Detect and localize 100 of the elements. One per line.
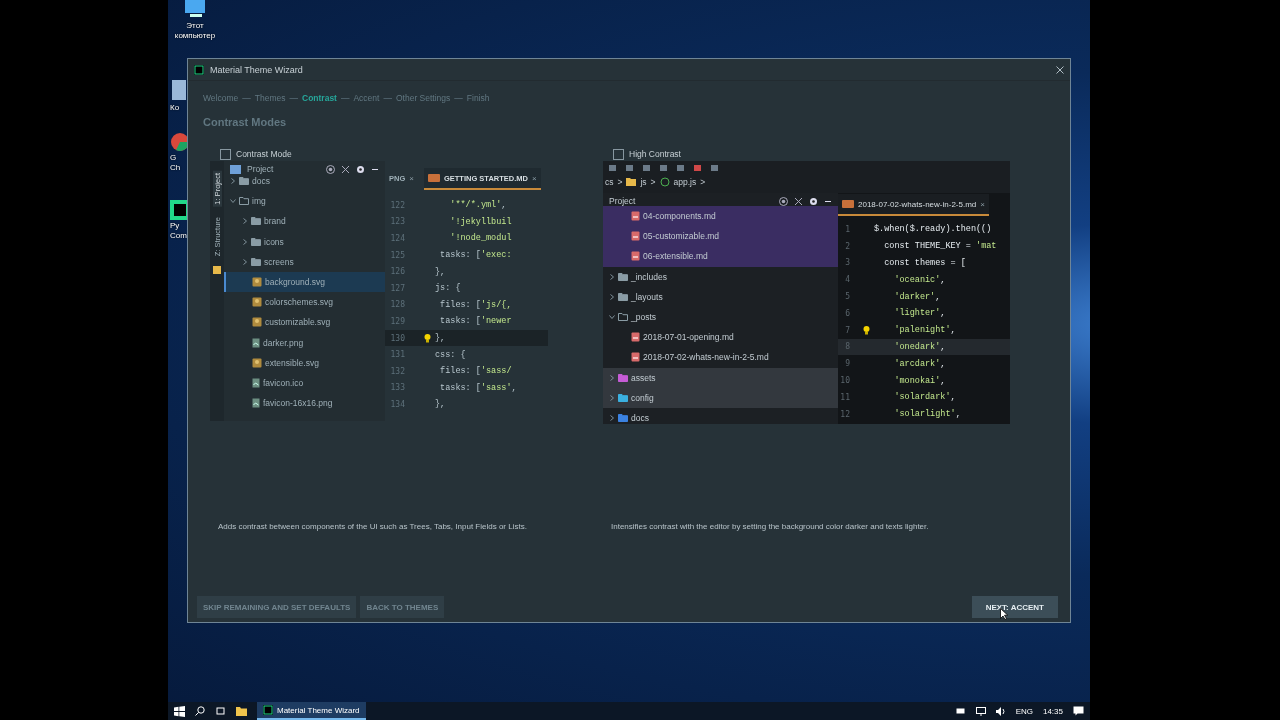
battery-icon[interactable] bbox=[955, 707, 966, 715]
close-icon[interactable]: × bbox=[531, 173, 537, 183]
breadcrumb-item[interactable]: js bbox=[640, 177, 647, 187]
desktop-icon-label[interactable]: Этот bbox=[186, 21, 204, 30]
tree-item[interactable]: _layouts bbox=[603, 286, 838, 307]
tree-item[interactable]: config bbox=[603, 387, 838, 408]
line-number: 4 bbox=[844, 275, 850, 285]
close-icon[interactable]: × bbox=[980, 199, 985, 209]
desktop-icon-label[interactable]: G bbox=[170, 153, 177, 162]
toolbar-icon bbox=[643, 165, 650, 171]
collapse-icon[interactable] bbox=[794, 196, 803, 206]
tree-item[interactable]: favicon-16x16.png bbox=[224, 393, 385, 414]
tree-item[interactable]: _includes bbox=[603, 266, 838, 287]
toolbar-icon bbox=[609, 165, 616, 171]
language-indicator[interactable]: ENG bbox=[1015, 706, 1033, 716]
code-line: js: { bbox=[435, 283, 461, 294]
wizard-step: Accent bbox=[353, 93, 380, 103]
breadcrumb-item[interactable]: cs bbox=[605, 177, 614, 187]
folder-icon[interactable] bbox=[236, 706, 247, 716]
desktop-icon-label[interactable]: Ch bbox=[170, 163, 181, 172]
code-line: '!jekyllbuil bbox=[449, 216, 512, 227]
tree-item[interactable]: 2018-07-01-opening.md bbox=[603, 327, 838, 348]
section-heading: Contrast Modes bbox=[203, 116, 288, 128]
close-icon[interactable]: × bbox=[409, 173, 414, 183]
tree-item[interactable]: 2018-07-02-whats-new-in-2-5.md bbox=[603, 347, 838, 368]
tree-item[interactable]: customizable.svg bbox=[224, 312, 385, 333]
line-number: 6 bbox=[844, 308, 850, 318]
markdown-file-icon bbox=[631, 352, 640, 363]
line-number: 133 bbox=[389, 383, 405, 393]
editor-tab[interactable]: 2018-07-02-whats-new-in-2-5.md × bbox=[838, 194, 989, 216]
checkbox[interactable] bbox=[220, 148, 231, 160]
clock[interactable]: 14:35 bbox=[1042, 706, 1063, 716]
toolbar-icon bbox=[660, 165, 667, 171]
search-icon[interactable] bbox=[195, 706, 205, 716]
tree-item[interactable]: img bbox=[224, 191, 385, 212]
computer-icon bbox=[182, 0, 208, 20]
target-icon[interactable] bbox=[779, 196, 788, 206]
tree-item[interactable]: assets bbox=[603, 367, 838, 388]
option-description: Intensifies contrast with the editor by setting the background color darker and texts lighter. bbox=[611, 522, 930, 531]
step-separator: — bbox=[454, 93, 463, 103]
markdown-file-icon bbox=[631, 332, 640, 343]
markdown-file-icon bbox=[427, 174, 440, 182]
code-line: 'monokai', bbox=[893, 375, 946, 386]
checkbox-label[interactable]: High Contrast bbox=[629, 149, 681, 159]
collapse-icon[interactable] bbox=[341, 164, 350, 174]
gear-icon[interactable] bbox=[356, 164, 365, 174]
line-number: 1 bbox=[844, 224, 850, 234]
windows-icon[interactable] bbox=[174, 705, 185, 717]
task-view-icon[interactable] bbox=[215, 706, 226, 716]
speaker-icon[interactable] bbox=[995, 706, 1006, 716]
notification-icon[interactable] bbox=[1073, 706, 1084, 716]
step-separator: — bbox=[242, 93, 251, 103]
tree-item[interactable]: 06-extensible.md bbox=[603, 246, 838, 267]
tree-item[interactable]: background.svg bbox=[224, 271, 385, 293]
line-number: 127 bbox=[389, 283, 405, 293]
desktop-icon-label[interactable]: Ко bbox=[170, 103, 180, 112]
checkbox-label[interactable]: Contrast Mode bbox=[236, 149, 292, 159]
folder-icon bbox=[618, 313, 628, 322]
folder-icon bbox=[618, 393, 628, 402]
line-number: 126 bbox=[389, 267, 405, 277]
close-icon[interactable] bbox=[1056, 65, 1064, 74]
desktop-icon-label[interactable]: Com bbox=[170, 231, 187, 240]
cursor-icon bbox=[999, 608, 1008, 620]
desktop-icon-label[interactable]: компьютер bbox=[174, 31, 216, 40]
line-number: 2 bbox=[844, 241, 850, 251]
tree-item[interactable]: colorschemes.svg bbox=[224, 292, 385, 313]
network-icon[interactable] bbox=[975, 706, 986, 716]
tree-item[interactable]: docs bbox=[603, 407, 838, 424]
app-icon bbox=[170, 200, 190, 220]
tree-item[interactable]: brand bbox=[224, 211, 385, 232]
panel-title[interactable]: Project bbox=[609, 196, 636, 206]
folder-icon bbox=[618, 292, 628, 301]
line-number: 131 bbox=[389, 350, 405, 360]
checkbox[interactable] bbox=[613, 148, 624, 160]
desktop-icon-label[interactable]: Py bbox=[170, 221, 180, 230]
tree-item[interactable]: icons bbox=[224, 231, 385, 252]
code-line: 'solarlight', bbox=[893, 409, 961, 420]
code-line: 'onedark', bbox=[893, 341, 946, 352]
code-line: }, bbox=[435, 266, 446, 277]
breadcrumb-item[interactable]: app.js bbox=[673, 177, 697, 187]
markdown-file-icon bbox=[631, 251, 640, 262]
code-line: '**/*.yml', bbox=[449, 200, 507, 211]
line-number: 9 bbox=[844, 359, 850, 369]
image-file-icon bbox=[252, 377, 260, 388]
line-number: 132 bbox=[389, 366, 405, 376]
option-description: Adds contrast between components of the UI such as Trees, Tabs, Input Fields or Lists. bbox=[218, 522, 528, 531]
code-line: 'oceanic', bbox=[893, 274, 946, 285]
target-icon[interactable] bbox=[326, 164, 335, 174]
tree-item[interactable]: 05-customizable.md bbox=[603, 226, 838, 247]
tree-item[interactable]: darker.png bbox=[224, 332, 385, 353]
wizard-button[interactable]: NEXT: ACCENT bbox=[971, 596, 1058, 618]
taskbar-app[interactable]: Material Theme Wizard bbox=[257, 702, 366, 720]
tree-item[interactable]: extensible.svg bbox=[224, 352, 385, 373]
tree-item[interactable]: _posts bbox=[603, 306, 838, 328]
code-line: files: ['js/{, bbox=[439, 299, 512, 310]
panel-title[interactable]: Project bbox=[247, 164, 274, 174]
gear-icon[interactable] bbox=[809, 196, 818, 206]
tree-item[interactable]: screens bbox=[224, 251, 385, 272]
tree-item[interactable]: favicon.ico bbox=[224, 372, 385, 394]
tree-item[interactable]: 04-components.md bbox=[603, 206, 838, 227]
